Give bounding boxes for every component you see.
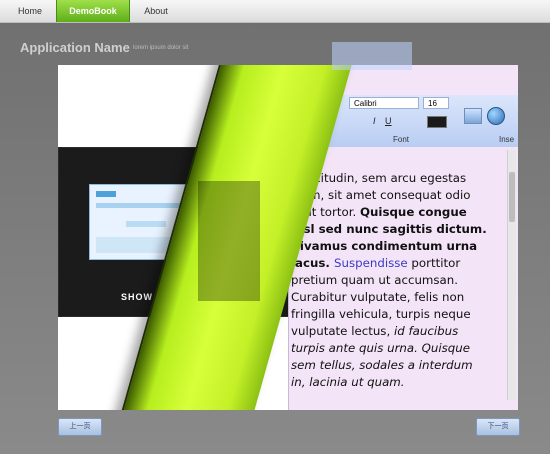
top-navbar: Home DemoBook About <box>0 0 550 23</box>
text-line: sollicitudin, sem arcu egestas <box>291 171 467 185</box>
text-line: nisl sed nunc sagittis dictum. <box>291 222 487 236</box>
picture-icon[interactable] <box>464 108 482 124</box>
text-line: in, lacinia ut quam. <box>291 375 405 389</box>
app-subtitle: lorem ipsum dolor sit <box>133 45 189 51</box>
page-flip-ghost <box>332 42 412 70</box>
font-group-label: Font <box>393 135 410 144</box>
app-title: Application Name <box>20 40 130 55</box>
nav-tab-about[interactable]: About <box>134 0 178 22</box>
font-size-select[interactable]: 16 <box>423 97 449 109</box>
previous-page-button[interactable]: 上一页 <box>58 418 102 436</box>
document-text[interactable]: im sollicitudin, sem arcu egestas diam, … <box>291 153 501 391</box>
text-line: fringilla vehicula, turpis neque <box>291 307 471 321</box>
globe-icon[interactable] <box>487 107 505 125</box>
nav-tab-demobook[interactable]: DemoBook <box>56 0 130 22</box>
text-line: vulputate lectus, id faucibus <box>291 324 459 338</box>
suspendisse-link[interactable]: Suspendisse <box>334 256 408 270</box>
text-line: turpis ante quis urna. Quisque <box>291 341 471 355</box>
next-page-button[interactable]: 下一页 <box>476 418 520 436</box>
underline-button[interactable]: U <box>385 116 392 126</box>
video-overlay-text: SHOW <box>121 292 153 302</box>
font-name-select[interactable]: Calibri <box>349 97 419 109</box>
font-color-button[interactable] <box>427 116 447 128</box>
text-line: sem tellus, sodales a interdum <box>291 358 473 372</box>
text-line: diam, sit amet consequat odio <box>291 188 471 202</box>
text-line: velit tortor. Quisque congue <box>291 205 467 219</box>
text-line: Curabitur vulputate, felis non <box>291 290 465 304</box>
flipbook-stage[interactable]: SHOW Calibri 16 I U Font Inse im sollici… <box>58 65 518 410</box>
text-line: Vivamus condimentum urna <box>291 239 478 253</box>
text-line: pretium quam ut accumsan. <box>291 273 459 287</box>
preview-button <box>126 221 166 227</box>
nav-tab-home[interactable]: Home <box>8 0 52 22</box>
preview-logo-icon <box>96 191 116 197</box>
text-scrollbar[interactable] <box>507 150 516 400</box>
italic-button[interactable]: I <box>373 116 376 126</box>
page-flip-shadow <box>198 181 260 301</box>
scroll-thumb[interactable] <box>509 172 515 222</box>
insert-tab-label[interactable]: Inse <box>499 135 514 144</box>
text-line: lacus. Suspendisse porttitor <box>291 256 461 270</box>
